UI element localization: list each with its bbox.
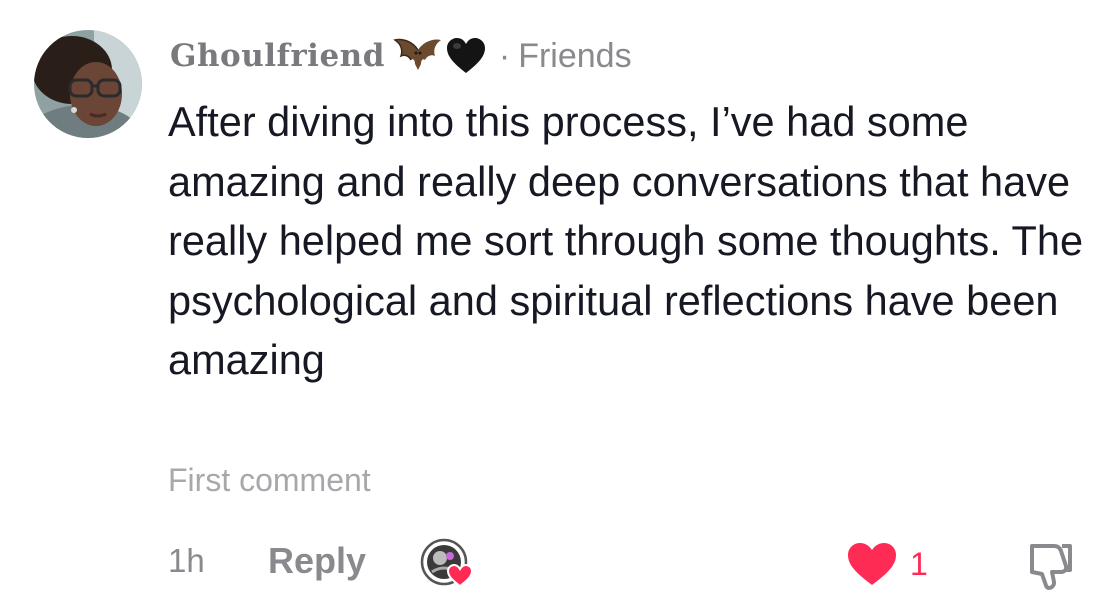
black-heart-icon: [445, 36, 487, 76]
comment-header: Ghoulfriend · Friends: [170, 30, 632, 82]
timestamp: 1h: [168, 542, 205, 579]
avatar[interactable]: [34, 30, 142, 138]
reply-button[interactable]: Reply: [268, 540, 366, 582]
like-button[interactable]: 1: [846, 536, 928, 592]
thumbs-down-icon[interactable]: [1024, 538, 1078, 592]
first-comment-badge: First comment: [168, 462, 371, 498]
bat-icon: [393, 36, 443, 76]
username[interactable]: Ghoulfriend: [170, 38, 385, 74]
comment-text: After diving into this process, I’ve had…: [168, 98, 1084, 383]
comment-item: Ghoulfriend · Friends After diving into …: [0, 0, 1112, 604]
heart-filled-icon: [848, 543, 896, 585]
separator-dot: ·: [498, 36, 511, 75]
relation-label: Friends: [518, 36, 632, 75]
creator-liked-icon: [418, 536, 474, 592]
comment-footer: 1h Reply 1: [168, 532, 1088, 596]
like-count: 1: [910, 545, 928, 582]
